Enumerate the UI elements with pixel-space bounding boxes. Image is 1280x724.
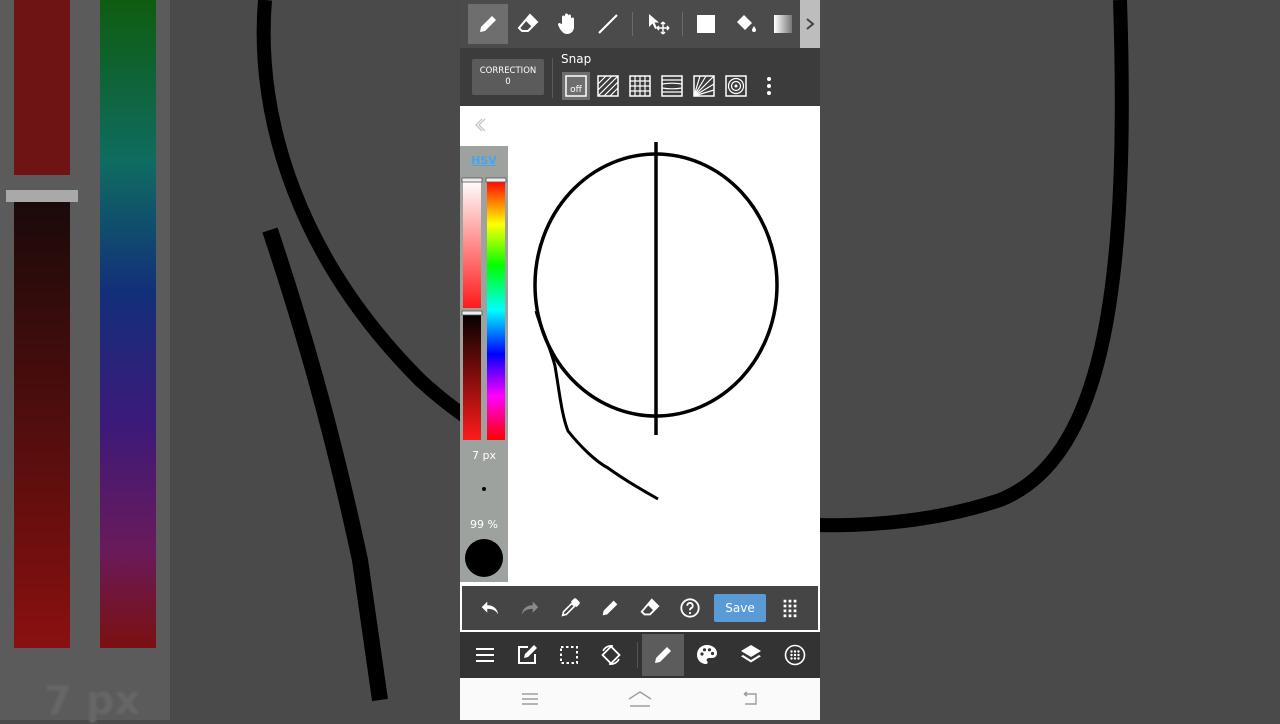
layers-button[interactable] xyxy=(730,634,772,676)
edit-button[interactable] xyxy=(506,634,548,676)
background-size-label: 7 px xyxy=(44,678,141,724)
pen-tool-button[interactable] xyxy=(468,4,508,44)
select-move-icon xyxy=(649,14,670,35)
save-button[interactable]: Save xyxy=(714,594,766,622)
value-slider xyxy=(463,312,481,440)
line-tool-button[interactable] xyxy=(588,4,628,44)
eyedropper-icon xyxy=(561,598,580,617)
snap-concentric-button[interactable] xyxy=(722,72,750,100)
snap-vertical-icon xyxy=(661,75,683,97)
rotate-canvas-button[interactable] xyxy=(590,634,632,676)
material-button[interactable] xyxy=(774,634,816,676)
back-button[interactable] xyxy=(730,686,770,712)
layers-icon xyxy=(741,645,761,663)
redo-icon xyxy=(521,601,539,615)
eyedropper-button[interactable] xyxy=(550,588,590,628)
drawing-canvas[interactable] xyxy=(460,106,820,586)
redo-button[interactable] xyxy=(510,588,550,628)
snap-more-button[interactable] xyxy=(755,72,783,100)
line-icon xyxy=(598,14,618,34)
color-palette-button[interactable] xyxy=(686,634,728,676)
correction-value: 0 xyxy=(505,77,511,87)
tool-bar xyxy=(460,0,820,48)
opacity-label[interactable]: 99 % xyxy=(460,518,508,531)
saturation-handle xyxy=(461,177,483,183)
eraser-tool-button[interactable] xyxy=(508,4,548,44)
correction-button[interactable]: CORRECTION 0 xyxy=(472,59,544,95)
color-sliders xyxy=(461,177,507,440)
undo-button[interactable] xyxy=(470,588,510,628)
app-window: CORRECTION 0 Snap off HSV 7 px 99 % Save xyxy=(460,0,820,720)
back-icon xyxy=(743,691,757,705)
bottom-divider xyxy=(637,642,638,668)
bottom-bar xyxy=(460,632,820,678)
rectangle-tool-button[interactable] xyxy=(686,4,726,44)
home-button[interactable] xyxy=(620,686,660,712)
gradient-tool-button[interactable] xyxy=(766,4,800,44)
menu-icon xyxy=(476,648,494,662)
more-vertical-icon xyxy=(767,77,771,95)
snap-perspective-icon xyxy=(693,75,715,97)
brush-icon xyxy=(655,647,671,663)
main-menu-button[interactable] xyxy=(464,634,506,676)
snap-grid-button[interactable] xyxy=(626,72,654,100)
snap-off-button[interactable]: off xyxy=(562,72,590,100)
rotate-icon xyxy=(601,645,621,665)
recent-apps-button[interactable] xyxy=(510,686,550,712)
help-button[interactable] xyxy=(670,588,710,628)
correction-label: CORRECTION xyxy=(479,66,537,76)
edit-icon xyxy=(518,645,537,664)
snap-label: Snap xyxy=(561,52,592,66)
palette-icon xyxy=(697,645,717,664)
brush-button[interactable] xyxy=(642,634,684,676)
snap-grid-icon xyxy=(629,75,651,97)
brush-size-preview xyxy=(482,487,486,491)
bucket-fill-icon xyxy=(737,15,756,32)
snap-perspective-button[interactable] xyxy=(690,72,718,100)
hand-tool-button[interactable] xyxy=(548,4,588,44)
snap-parallel-icon xyxy=(597,75,619,97)
home-icon xyxy=(628,691,652,707)
snap-off-text: off xyxy=(570,85,583,95)
selection-button[interactable] xyxy=(548,634,590,676)
sketch-strokes xyxy=(533,142,779,501)
undo-icon xyxy=(481,601,499,615)
help-icon xyxy=(680,598,700,618)
hand-icon xyxy=(557,13,574,34)
pen-icon xyxy=(480,16,496,32)
hue-handle xyxy=(485,177,507,183)
material-icon xyxy=(784,644,806,666)
saturation-slider xyxy=(463,180,481,308)
toolbar-divider xyxy=(682,12,683,36)
hue-slider xyxy=(487,180,505,440)
eraser-icon xyxy=(517,13,539,32)
value-handle xyxy=(461,310,483,316)
snap-bar: CORRECTION 0 Snap off xyxy=(460,48,820,106)
toolbar-scroll-right-button[interactable] xyxy=(800,0,820,48)
bucket-fill-tool-button[interactable] xyxy=(726,4,766,44)
pen-icon xyxy=(602,600,618,616)
chevron-right-icon xyxy=(806,18,815,30)
rectangle-icon xyxy=(697,15,715,33)
system-nav-bar xyxy=(460,678,820,720)
quick-pen-button[interactable] xyxy=(590,588,630,628)
select-move-tool-button[interactable] xyxy=(638,4,678,44)
quick-eraser-button[interactable] xyxy=(630,588,670,628)
recent-apps-icon xyxy=(522,693,538,705)
brush-size-label[interactable]: 7 px xyxy=(460,449,508,462)
snap-divider xyxy=(552,58,553,98)
snap-parallel-button[interactable] xyxy=(594,72,622,100)
snap-concentric-icon xyxy=(725,75,747,97)
grid-dots-icon xyxy=(783,599,797,618)
current-color-swatch[interactable] xyxy=(465,539,503,577)
gradient-icon xyxy=(774,15,792,33)
toolbar-divider xyxy=(632,12,633,36)
eraser-icon xyxy=(640,598,660,616)
grid-menu-button[interactable] xyxy=(770,588,810,628)
color-palette-panel: HSV 7 px 99 % xyxy=(460,146,508,582)
snap-vertical-button[interactable] xyxy=(658,72,686,100)
snap-off-icon: off xyxy=(565,75,587,97)
action-bar: Save xyxy=(462,586,818,630)
selection-icon xyxy=(560,646,578,664)
